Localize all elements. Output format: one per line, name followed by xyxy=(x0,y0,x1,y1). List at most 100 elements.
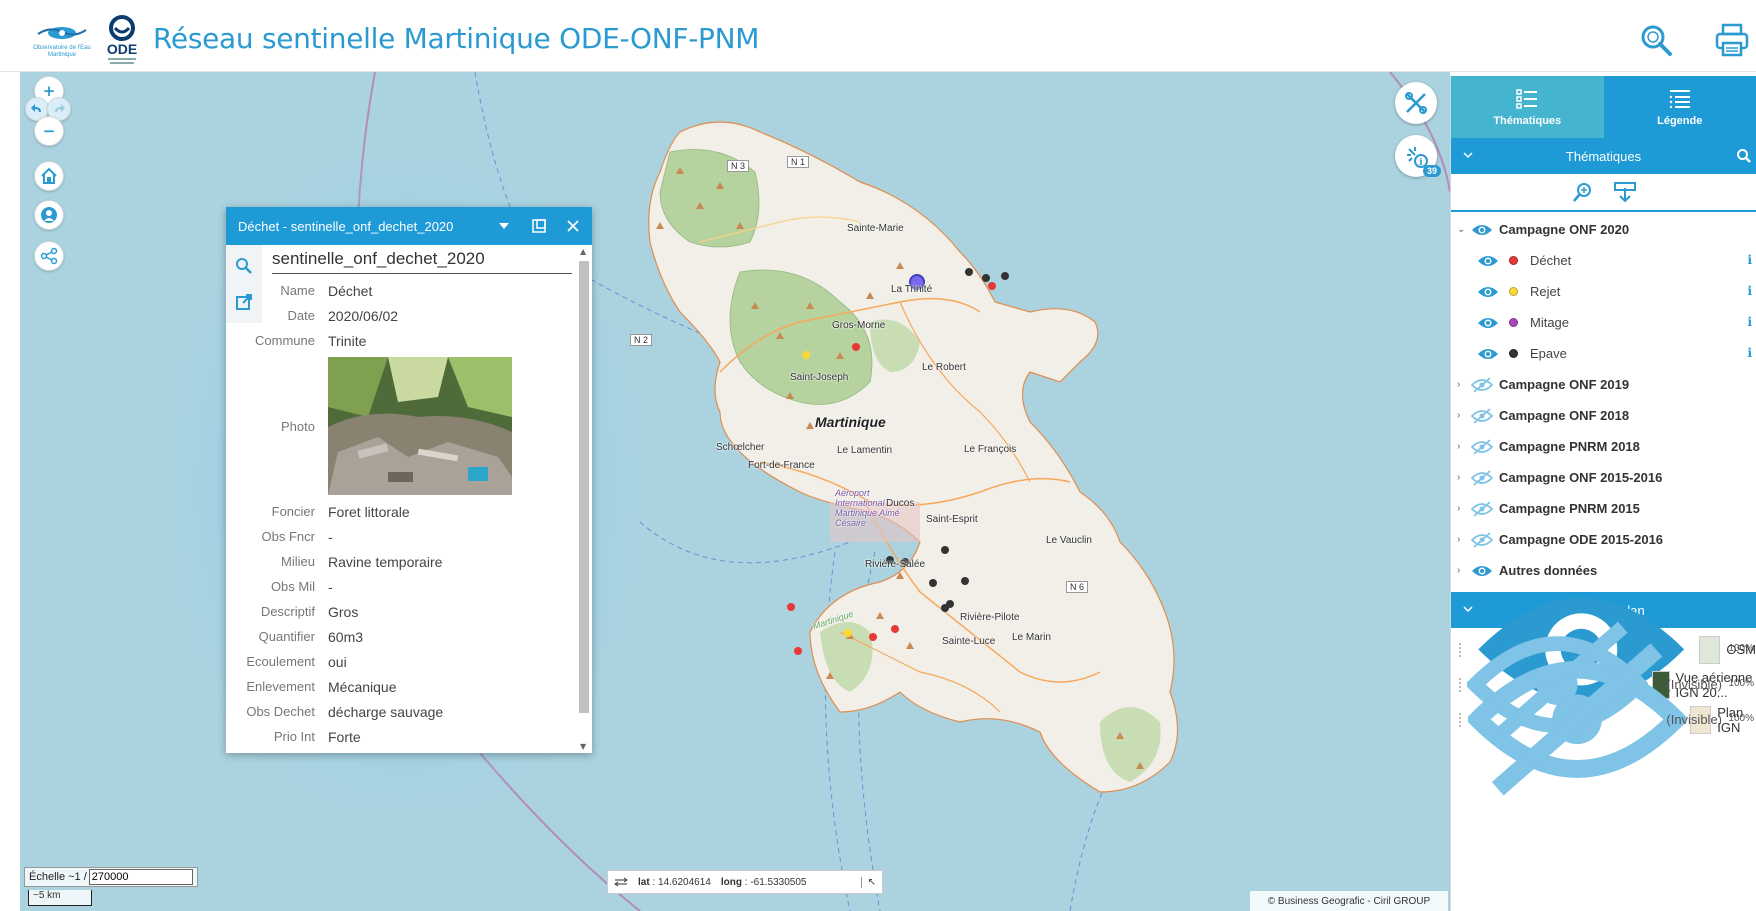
swap-icon[interactable] xyxy=(614,877,628,887)
attribute-value: Trinite xyxy=(328,332,367,349)
eye-icon[interactable] xyxy=(1477,284,1499,300)
place-saint-esprit: Saint-Esprit xyxy=(926,514,978,525)
drag-handle-icon[interactable] xyxy=(1459,642,1464,657)
legend-dot-icon xyxy=(1509,287,1518,296)
section-thematiques-header[interactable]: Thématiques xyxy=(1451,138,1756,174)
layer-group[interactable]: › Campagne ONF 2019 xyxy=(1451,369,1756,400)
group-campagne-onf-2020[interactable]: ⌄ Campagne ONF 2020 xyxy=(1451,214,1756,245)
layer-group[interactable]: › Campagne PNRM 2018 xyxy=(1451,431,1756,462)
chevron-down-icon[interactable]: ⌄ xyxy=(1457,224,1471,235)
place-riviere-pilote: Rivière-Pilote xyxy=(960,612,1020,623)
attribute-key: Quantifier xyxy=(258,629,315,644)
chevron-right-icon[interactable]: › xyxy=(1457,441,1471,452)
opacity-value[interactable]: 100% xyxy=(1728,678,1754,689)
ode-logo: ODE xyxy=(107,15,137,64)
group-label: Campagne ONF 2020 xyxy=(1499,222,1630,237)
tools-button[interactable] xyxy=(1395,82,1437,124)
layer-search-icon[interactable] xyxy=(1571,180,1595,204)
attribute-value: oui xyxy=(328,653,347,670)
info-icon[interactable]: i xyxy=(1747,284,1752,298)
attribute-row: Foncier Foret littorale xyxy=(228,499,572,524)
popup-header: Déchet - sentinelle_onf_dechet_2020 xyxy=(226,207,592,245)
eye-slash-icon[interactable] xyxy=(1471,531,1493,548)
drag-handle-icon[interactable] xyxy=(1459,712,1464,727)
attribute-row: Obs Fncr - xyxy=(228,524,572,549)
home-button[interactable] xyxy=(34,161,64,191)
eye-icon[interactable] xyxy=(1477,315,1499,331)
layer-group[interactable]: › Campagne ONF 2015-2016 xyxy=(1451,462,1756,493)
opacity-value[interactable]: 100% xyxy=(1728,713,1754,724)
feature-photo[interactable] xyxy=(328,357,512,495)
layer-item[interactable]: Mitage i xyxy=(1451,307,1756,338)
zoom-out-button[interactable]: − xyxy=(34,116,64,146)
chevron-right-icon[interactable]: › xyxy=(1457,472,1471,483)
pointer-icon[interactable]: ↖ xyxy=(860,876,876,888)
chevron-down-icon[interactable] xyxy=(1463,150,1473,160)
drag-handle-icon[interactable] xyxy=(1459,677,1463,692)
search-icon[interactable] xyxy=(1638,22,1674,58)
eye-slash-icon[interactable] xyxy=(1467,640,1687,799)
layer-item[interactable]: Rejet i xyxy=(1451,276,1756,307)
attribute-value: Mécanique xyxy=(328,678,397,695)
group-label: Campagne ONF 2019 xyxy=(1499,377,1630,392)
result-count-badge: 39 xyxy=(1423,165,1442,177)
list-icon xyxy=(1516,89,1538,109)
layer-item[interactable]: Déchet i xyxy=(1451,245,1756,276)
opacity-value[interactable]: 100% xyxy=(1728,643,1754,654)
eye-slash-icon[interactable] xyxy=(1471,438,1493,455)
attribute-row: Prio Int Forte xyxy=(228,724,572,749)
info-query-button[interactable]: i 39 xyxy=(1395,135,1442,177)
eye-icon[interactable] xyxy=(1477,253,1499,269)
base-layer-list: OSM 100% Vue aérienne IGN 20... (Invisible)… xyxy=(1451,598,1756,796)
chevron-down-icon[interactable] xyxy=(495,217,513,235)
attribute-row: Enlevement Mécanique xyxy=(228,674,572,699)
legend-dot-icon xyxy=(1509,256,1518,265)
chevron-right-icon[interactable]: › xyxy=(1457,503,1471,514)
zoom-to-feature-icon[interactable] xyxy=(235,257,253,275)
tab-legende[interactable]: Légende xyxy=(1603,76,1756,138)
scale-label: Échelle ~1 / xyxy=(29,871,87,883)
info-icon[interactable]: i xyxy=(1747,315,1752,329)
eye-slash-icon[interactable] xyxy=(1471,407,1493,424)
layer-group[interactable]: › Campagne PNRM 2015 xyxy=(1451,493,1756,524)
tab-thematiques[interactable]: Thématiques xyxy=(1451,76,1604,138)
download-icon[interactable] xyxy=(1613,180,1637,204)
popup-scrollbar[interactable]: ▲ ▼ xyxy=(577,245,591,753)
place-sainte-marie: Sainte-Marie xyxy=(847,223,904,234)
info-icon[interactable]: i xyxy=(1747,253,1752,267)
scroll-up-icon[interactable]: ▲ xyxy=(580,247,586,256)
scroll-thumb[interactable] xyxy=(579,261,589,713)
print-icon[interactable] xyxy=(1714,22,1750,58)
info-icon[interactable]: i xyxy=(1747,346,1752,360)
group-label: Campagne PNRM 2015 xyxy=(1499,501,1640,516)
eye-icon[interactable] xyxy=(1471,222,1493,238)
eye-slash-icon[interactable] xyxy=(1471,500,1493,517)
search-icon[interactable] xyxy=(1736,148,1752,164)
attribute-value: 2020/06/02 xyxy=(328,307,399,324)
share-icon xyxy=(40,247,58,265)
feature-info-popup[interactable]: Déchet - sentinelle_onf_dechet_2020 sent… xyxy=(226,207,592,753)
chevron-right-icon[interactable]: › xyxy=(1457,534,1471,545)
eye-icon[interactable] xyxy=(1477,346,1499,362)
attribute-row: Obs Mil - xyxy=(228,574,572,599)
attribute-key: Descriptif xyxy=(260,604,315,619)
scale-input[interactable] xyxy=(88,869,193,885)
scroll-down-icon[interactable]: ▼ xyxy=(580,742,586,751)
layer-group[interactable]: › Campagne ODE 2015-2016 xyxy=(1451,524,1756,555)
chevron-right-icon[interactable]: › xyxy=(1457,379,1471,390)
place-ducos: Ducos xyxy=(886,498,915,509)
chevron-right-icon[interactable]: › xyxy=(1457,410,1471,421)
geolocate-button[interactable] xyxy=(34,200,64,230)
close-icon[interactable] xyxy=(564,217,582,235)
eye-slash-icon[interactable] xyxy=(1471,469,1493,486)
layer-group[interactable]: › Campagne ONF 2018 xyxy=(1451,400,1756,431)
legend-icon xyxy=(1669,90,1690,109)
base-layer-item[interactable]: Plan IGN (Invisible) 100% xyxy=(1451,643,1756,796)
base-layer-thumbnail xyxy=(1698,635,1721,664)
layer-item[interactable]: Epave i xyxy=(1451,338,1756,369)
eye-slash-icon[interactable] xyxy=(1471,376,1493,393)
share-button[interactable] xyxy=(34,241,64,271)
attribute-value: Déchet xyxy=(328,282,373,299)
attribute-row: Obs Dechet décharge sauvage xyxy=(228,699,572,724)
maximize-icon[interactable] xyxy=(530,217,548,235)
